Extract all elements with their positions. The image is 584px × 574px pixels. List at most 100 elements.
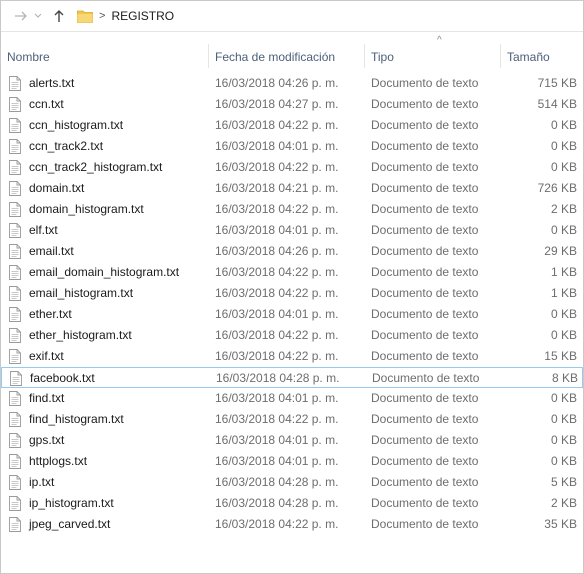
file-type: Documento de texto xyxy=(371,475,479,489)
file-size: 514 KB xyxy=(537,97,577,111)
file-size: 0 KB xyxy=(550,223,577,237)
file-name: find_histogram.txt xyxy=(29,412,124,426)
file-name: domain.txt xyxy=(29,181,85,195)
back-button[interactable] xyxy=(11,6,31,26)
file-name: ccn.txt xyxy=(29,97,64,111)
up-button[interactable] xyxy=(49,6,69,26)
file-name: ip_histogram.txt xyxy=(29,496,114,510)
file-type: Documento de texto xyxy=(372,371,480,385)
breadcrumb[interactable]: > REGISTRO xyxy=(73,5,174,27)
file-type: Documento de texto xyxy=(371,223,479,237)
text-file-icon xyxy=(9,181,21,196)
file-name-cell: email_domain_histogram.txt xyxy=(9,262,209,283)
file-row[interactable]: email.txt 16/03/2018 04:26 p. m. Documento… xyxy=(1,241,583,262)
file-explorer-window: > REGISTRO Nombre Fecha de modificación … xyxy=(0,0,584,574)
file-row[interactable]: domain.txt 16/03/2018 04:21 p. m. Document… xyxy=(1,178,583,199)
file-row[interactable]: ip_histogram.txt 16/03/2018 04:28 p. m. Do… xyxy=(1,493,583,514)
text-file-icon xyxy=(9,454,21,469)
file-row[interactable]: exif.txt 16/03/2018 04:22 p. m. Documento … xyxy=(1,346,583,367)
file-name-cell: ip_histogram.txt xyxy=(9,493,209,514)
file-size: 0 KB xyxy=(550,433,577,447)
file-row[interactable]: ccn_track2.txt 16/03/2018 04:01 p. m. Docu… xyxy=(1,136,583,157)
file-name: jpeg_carved.txt xyxy=(29,517,111,531)
text-file-icon xyxy=(9,265,21,280)
file-size: 0 KB xyxy=(550,412,577,426)
file-type: Documento de texto xyxy=(371,76,479,90)
file-name: elf.txt xyxy=(29,223,58,237)
address-bar: > REGISTRO xyxy=(1,1,583,32)
text-file-icon xyxy=(9,160,21,175)
file-size: 15 KB xyxy=(544,349,577,363)
file-date: 16/03/2018 04:01 p. m. xyxy=(215,433,339,447)
file-type: Documento de texto xyxy=(371,433,479,447)
text-file-icon xyxy=(9,244,21,259)
file-row[interactable]: httplogs.txt 16/03/2018 04:01 p. m. Docume… xyxy=(1,451,583,472)
text-file-icon xyxy=(9,349,21,364)
text-file-icon xyxy=(9,118,21,133)
file-size: 5 KB xyxy=(550,475,577,489)
file-row[interactable]: find_histogram.txt 16/03/2018 04:22 p. m.… xyxy=(1,409,583,430)
file-row[interactable]: jpeg_carved.txt 16/03/2018 04:22 p. m. Doc… xyxy=(1,514,583,535)
file-date: 16/03/2018 04:22 p. m. xyxy=(215,349,339,363)
breadcrumb-current-folder[interactable]: REGISTRO xyxy=(111,9,174,23)
file-size: 0 KB xyxy=(550,160,577,174)
file-date: 16/03/2018 04:26 p. m. xyxy=(215,76,339,90)
file-name-cell: ether_histogram.txt xyxy=(9,325,209,346)
file-row[interactable]: ether_histogram.txt 16/03/2018 04:22 p. m… xyxy=(1,325,583,346)
file-name-cell: gps.txt xyxy=(9,430,209,451)
file-row[interactable]: ccn.txt 16/03/2018 04:27 p. m. Documento d… xyxy=(1,94,583,115)
file-size: 35 KB xyxy=(544,517,577,531)
file-size: 2 KB xyxy=(550,496,577,510)
file-size: 715 KB xyxy=(537,76,577,90)
text-file-icon xyxy=(9,202,21,217)
file-type: Documento de texto xyxy=(371,454,479,468)
file-type: Documento de texto xyxy=(371,328,479,342)
text-file-icon xyxy=(10,371,22,386)
file-name-cell: exif.txt xyxy=(9,346,209,367)
file-name-cell: ether.txt xyxy=(9,304,209,325)
file-date: 16/03/2018 04:26 p. m. xyxy=(215,244,339,258)
file-name-cell: jpeg_carved.txt xyxy=(9,514,209,535)
file-row[interactable]: email_domain_histogram.txt 16/03/2018 04:… xyxy=(1,262,583,283)
file-row[interactable]: ether.txt 16/03/2018 04:01 p. m. Documento… xyxy=(1,304,583,325)
file-row[interactable]: find.txt 16/03/2018 04:01 p. m. Documento … xyxy=(1,388,583,409)
file-name: ccn_track2.txt xyxy=(29,139,104,153)
file-name-cell: ip.txt xyxy=(9,472,209,493)
file-row[interactable]: gps.txt 16/03/2018 04:01 p. m. Documento d… xyxy=(1,430,583,451)
file-date: 16/03/2018 04:01 p. m. xyxy=(215,139,339,153)
file-date: 16/03/2018 04:28 p. m. xyxy=(216,371,340,385)
column-header-size[interactable]: Tamaño xyxy=(501,44,583,68)
file-name-cell: ccn_histogram.txt xyxy=(9,115,209,136)
column-header-date[interactable]: Fecha de modificación xyxy=(209,44,365,68)
file-name-cell: ccn_track2.txt xyxy=(9,136,209,157)
file-type: Documento de texto xyxy=(371,244,479,258)
file-name-cell: email_histogram.txt xyxy=(9,283,209,304)
recent-locations-button[interactable] xyxy=(31,6,45,26)
file-name-cell: domain.txt xyxy=(9,178,209,199)
file-date: 16/03/2018 04:01 p. m. xyxy=(215,391,339,405)
column-header-size-label: Tamaño xyxy=(507,50,550,64)
file-type: Documento de texto xyxy=(371,496,479,510)
file-name: httplogs.txt xyxy=(29,454,88,468)
file-date: 16/03/2018 04:22 p. m. xyxy=(215,202,339,216)
file-row[interactable]: email_histogram.txt 16/03/2018 04:22 p. m… xyxy=(1,283,583,304)
file-row[interactable]: ccn_track2_histogram.txt 16/03/2018 04:22… xyxy=(1,157,583,178)
file-row[interactable]: facebook.txt 16/03/2018 04:28 p. m. Docume… xyxy=(1,367,583,388)
file-date: 16/03/2018 04:01 p. m. xyxy=(215,307,339,321)
column-header-row: Nombre Fecha de modificación ^ Tipo Tama… xyxy=(1,36,583,68)
file-row[interactable]: alerts.txt 16/03/2018 04:26 p. m. Document… xyxy=(1,73,583,94)
file-name: ether.txt xyxy=(29,307,72,321)
file-type: Documento de texto xyxy=(371,412,479,426)
file-name-cell: httplogs.txt xyxy=(9,451,209,472)
file-name-cell: domain_histogram.txt xyxy=(9,199,209,220)
file-row[interactable]: ip.txt 16/03/2018 04:28 p. m. Documento de… xyxy=(1,472,583,493)
column-header-name[interactable]: Nombre xyxy=(1,44,209,68)
file-row[interactable]: elf.txt 16/03/2018 04:01 p. m. Documento d… xyxy=(1,220,583,241)
column-header-type[interactable]: ^ Tipo xyxy=(365,36,501,68)
file-row[interactable]: ccn_histogram.txt 16/03/2018 04:22 p. m. D… xyxy=(1,115,583,136)
file-name: email.txt xyxy=(29,244,74,258)
file-type: Documento de texto xyxy=(371,349,479,363)
file-row[interactable]: domain_histogram.txt 16/03/2018 04:22 p. … xyxy=(1,199,583,220)
file-size: 1 KB xyxy=(550,265,577,279)
file-type: Documento de texto xyxy=(371,160,479,174)
